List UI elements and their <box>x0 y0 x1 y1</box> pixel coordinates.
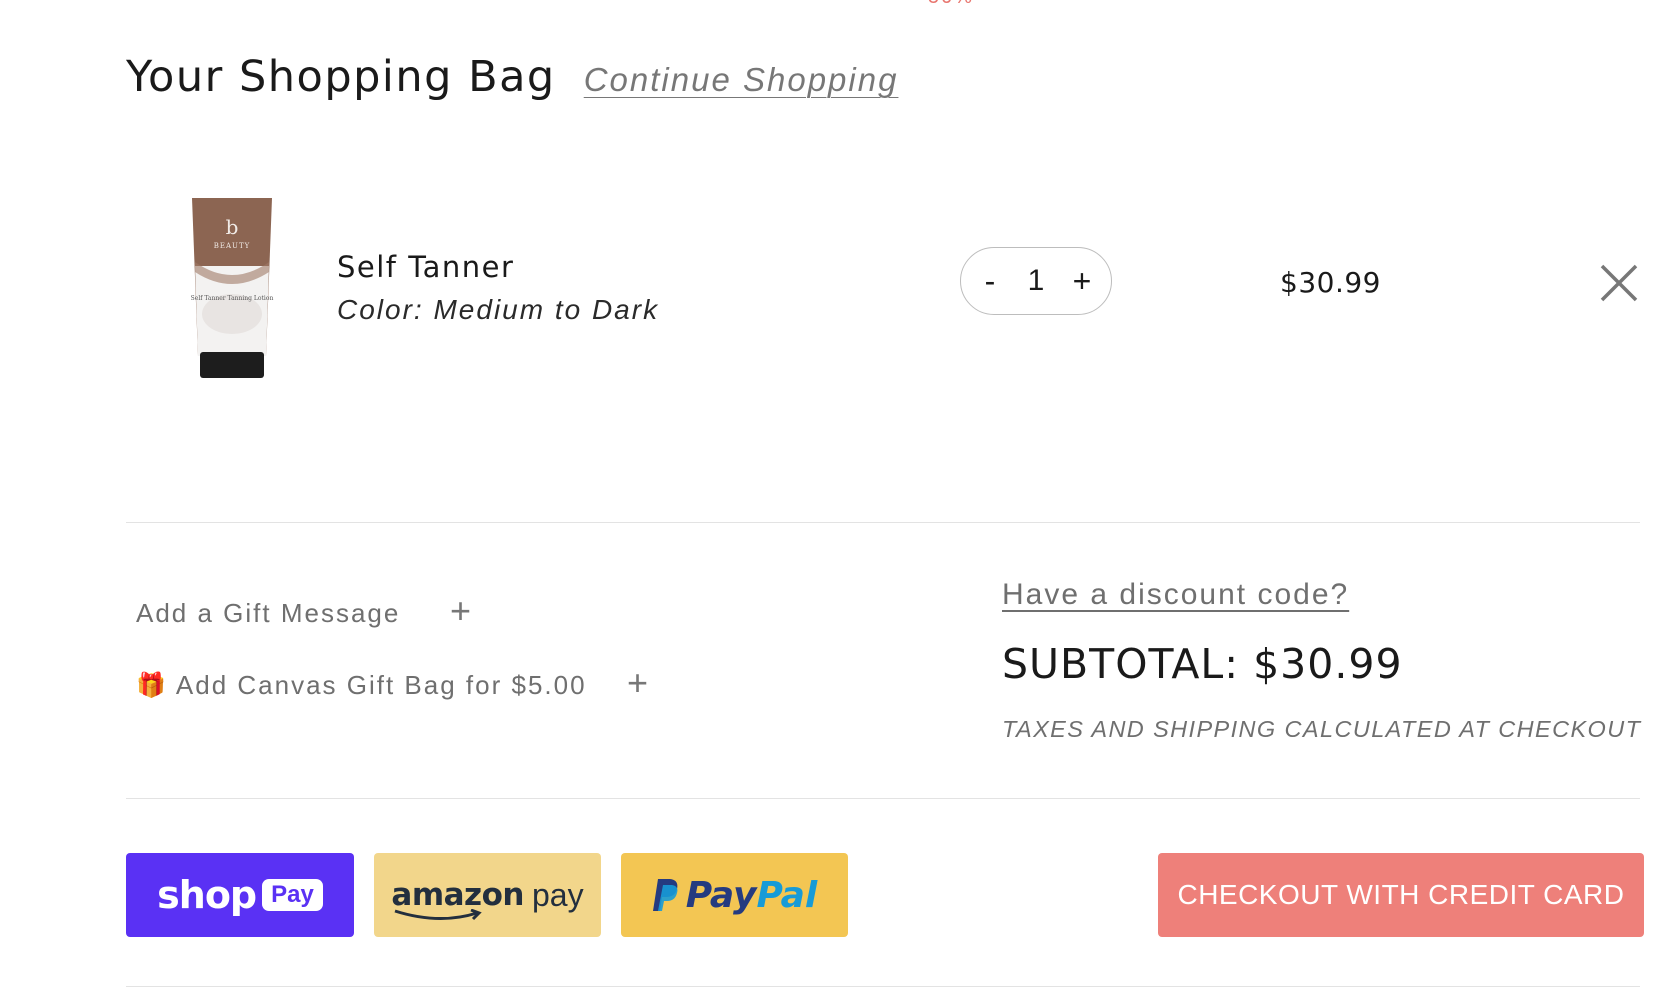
discount-code-link[interactable]: Have a discount code? <box>1002 578 1349 612</box>
cart-header: Your Shopping Bag Continue Shopping <box>126 52 898 102</box>
page-title: Your Shopping Bag <box>126 52 556 102</box>
amazon-wordmark-text: amazon <box>391 877 524 913</box>
tax-note: TAXES AND SHIPPING CALCULATED AT CHECKOU… <box>1002 716 1642 742</box>
product-text: Self Tanner Tanning Lotion <box>191 295 274 302</box>
brand-mark: b <box>226 215 239 239</box>
divider <box>126 986 1640 987</box>
paypal-wordmark: PayPal <box>686 875 817 916</box>
shop-pay-badge: Pay <box>262 879 323 911</box>
add-gift-message-plus-icon[interactable]: + <box>450 590 471 632</box>
remove-item-close-icon[interactable] <box>1598 262 1640 304</box>
continue-shopping-link[interactable]: Continue Shopping <box>584 61 899 99</box>
gift-bag-row[interactable]: 🎁 Add Canvas Gift Bag for $5.00 <box>136 670 587 701</box>
gift-bag-label: Add Canvas Gift Bag for $5.00 <box>175 670 587 700</box>
add-gift-bag-plus-icon[interactable]: + <box>627 662 648 704</box>
brand-text: BEAUTY <box>214 242 251 250</box>
paypal-wordmark-pay: Pay <box>685 874 757 916</box>
paypal-wordmark-pal: Pal <box>756 874 818 916</box>
product-variant: Color: Medium to Dark <box>337 294 660 325</box>
gift-message-row[interactable]: Add a Gift Message <box>136 598 400 629</box>
amazon-pay-suffix: pay <box>531 876 584 913</box>
paypal-button[interactable]: PayPal <box>621 853 848 937</box>
gift-icon: 🎁 <box>136 672 168 699</box>
product-image[interactable]: b BEAUTY Self Tanner Tanning Lotion <box>186 196 278 380</box>
increase-quantity-button[interactable]: + <box>1067 263 1097 300</box>
divider <box>126 522 1640 523</box>
divider <box>126 798 1640 799</box>
amazon-pay-button[interactable]: amazon pay <box>374 853 601 937</box>
quantity-value[interactable]: 1 <box>1016 264 1056 298</box>
amazon-smile-icon <box>394 909 483 921</box>
quantity-stepper: - 1 + <box>960 247 1112 315</box>
top-peek-text: 50% <box>928 0 974 9</box>
checkout-with-credit-card-button[interactable]: CHECKOUT WITH CREDIT CARD <box>1158 853 1644 937</box>
item-price: $30.99 <box>1280 266 1381 299</box>
tube-cap <box>200 352 264 378</box>
gift-message-label: Add a Gift Message <box>136 598 401 628</box>
paypal-p-icon <box>652 879 678 911</box>
shop-pay-button[interactable]: shop Pay <box>126 853 354 937</box>
product-name[interactable]: Self Tanner <box>337 250 514 284</box>
amazon-wordmark: amazon <box>391 877 524 921</box>
decrease-quantity-button[interactable]: - <box>975 263 1005 300</box>
shop-pay-wordmark: shop <box>157 873 257 917</box>
subtotal: SUBTOTAL: $30.99 <box>1002 640 1403 688</box>
